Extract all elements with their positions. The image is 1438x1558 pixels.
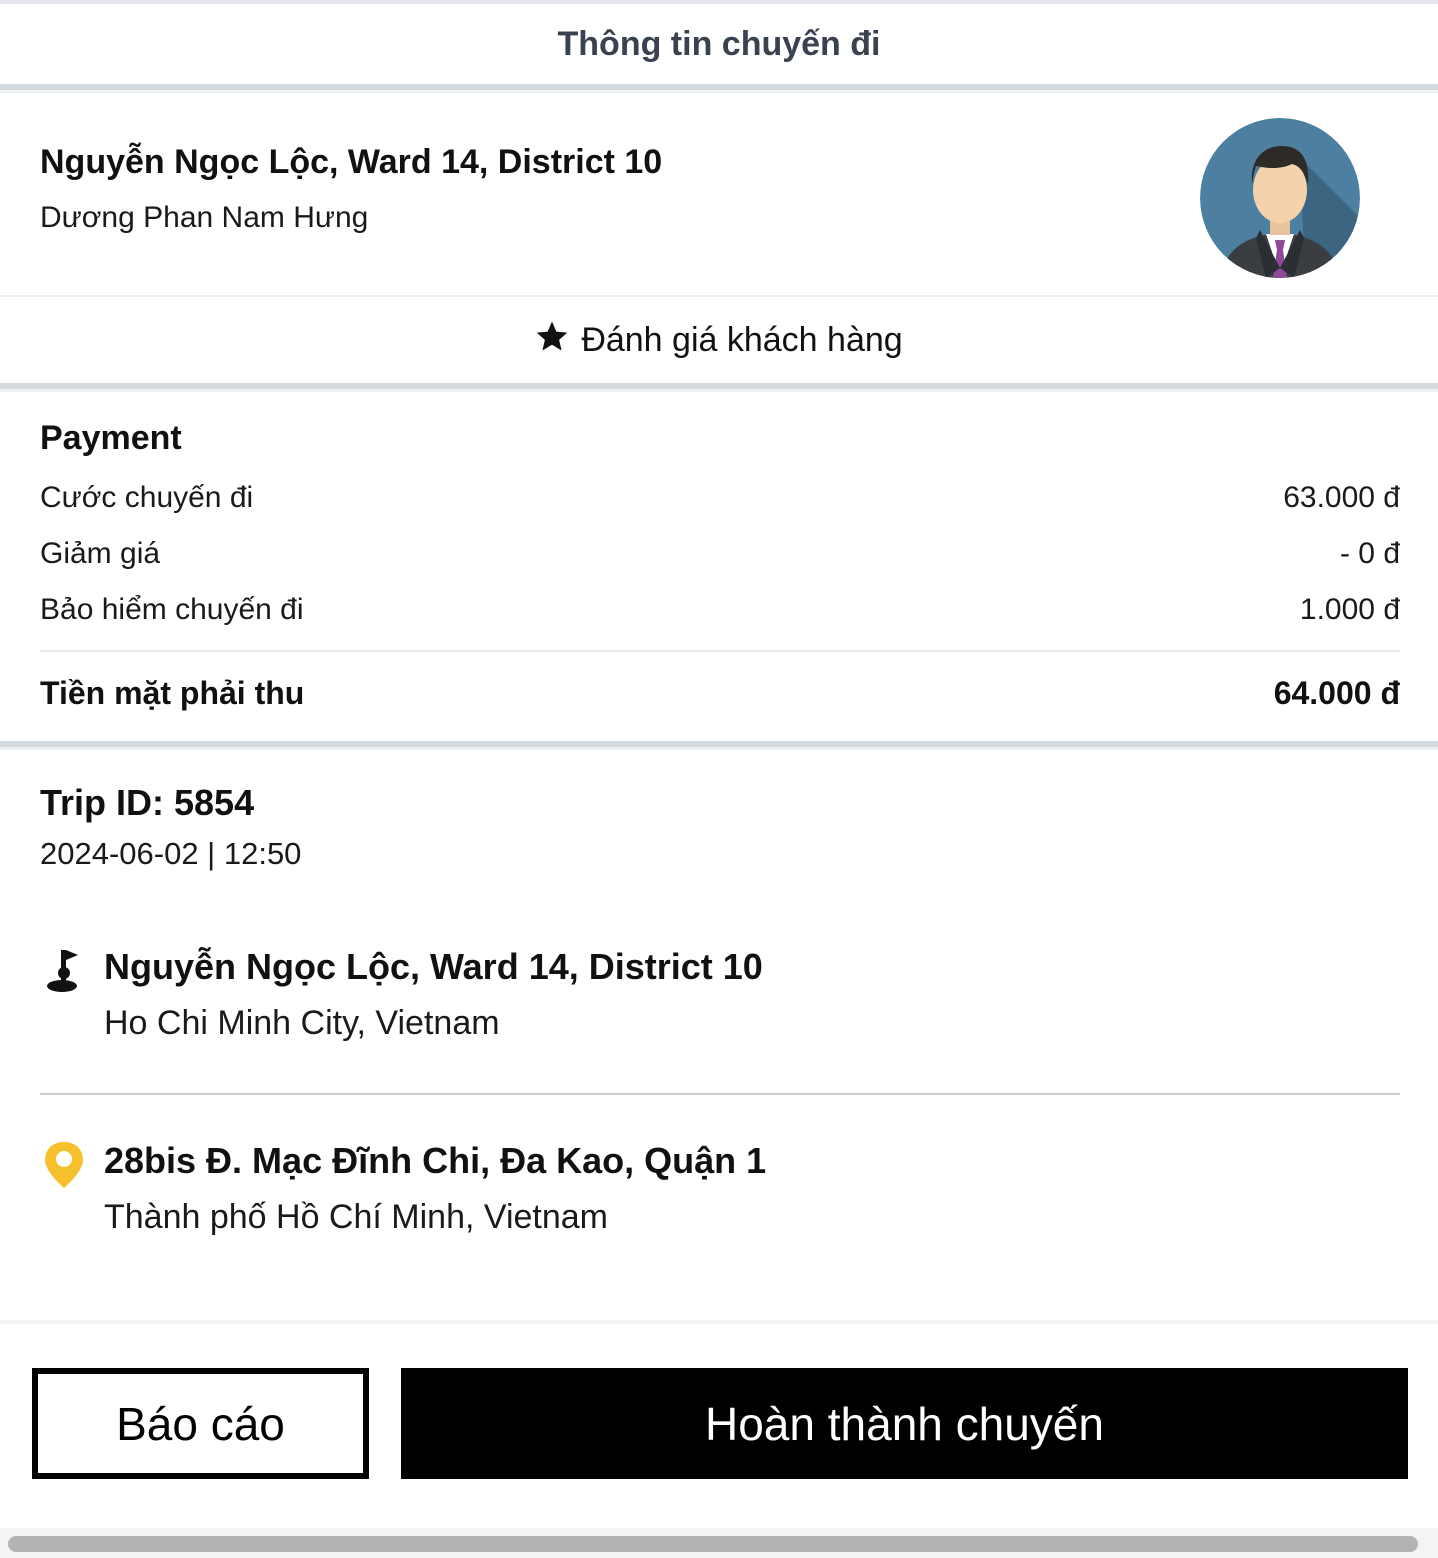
- rate-customer-button[interactable]: Đánh giá khách hàng: [0, 297, 1438, 383]
- dropoff-address: 28bis Đ. Mạc Đĩnh Chi, Đa Kao, Quận 1: [104, 1140, 767, 1181]
- rate-customer-label: Đánh giá khách hàng: [581, 320, 903, 359]
- star-icon: [535, 319, 569, 362]
- payment-title: Payment: [40, 419, 182, 457]
- scrollbar-thumb[interactable]: [8, 1536, 1418, 1552]
- avatar: [1200, 118, 1360, 278]
- fare-value: 63.000 đ: [1283, 481, 1400, 514]
- complete-trip-button[interactable]: Hoàn thành chuyến: [401, 1368, 1408, 1479]
- customer-card: Nguyễn Ngọc Lộc, Ward 14, District 10 Dư…: [0, 93, 1438, 295]
- total-label: Tiền mặt phải thu: [40, 675, 305, 711]
- pickup-city: Ho Chi Minh City, Vietnam: [104, 1004, 500, 1042]
- payment-section: Payment Cước chuyến đi 63.000 đ Giảm giá…: [0, 393, 1438, 741]
- payment-divider-thick: [0, 741, 1438, 750]
- fare-label: Cước chuyến đi: [40, 481, 254, 514]
- total-value: 64.000 đ: [1273, 675, 1400, 711]
- trip-id: Trip ID: 5854: [40, 782, 255, 823]
- customer-address: Nguyễn Ngọc Lộc, Ward 14, District 10: [40, 143, 663, 181]
- discount-label: Giảm giá: [40, 537, 161, 570]
- header-divider: [0, 84, 1438, 93]
- rate-divider: [0, 383, 1438, 392]
- total-row: Tiền mặt phải thu 64.000 đ: [40, 675, 1400, 712]
- horizontal-scrollbar[interactable]: [0, 1528, 1438, 1558]
- insurance-label: Bảo hiểm chuyến đi: [40, 593, 304, 626]
- action-footer: Báo cáo Hoàn thành chuyến: [0, 1320, 1438, 1558]
- customer-name: Dương Phan Nam Hưng: [40, 201, 369, 234]
- dropoff-city: Thành phố Hồ Chí Minh, Vietnam: [104, 1198, 608, 1236]
- page-title: Thông tin chuyến đi: [557, 24, 881, 63]
- trip-datetime: 2024-06-02 | 12:50: [40, 836, 302, 871]
- payment-divider: [40, 650, 1400, 652]
- report-button[interactable]: Báo cáo: [32, 1368, 369, 1479]
- pickup-address: Nguyễn Ngọc Lộc, Ward 14, District 10: [104, 946, 763, 987]
- insurance-row: Bảo hiểm chuyến đi 1.000 đ: [40, 593, 1400, 627]
- fare-row: Cước chuyến đi 63.000 đ: [40, 481, 1400, 515]
- insurance-value: 1.000 đ: [1299, 593, 1400, 626]
- flag-icon: [40, 946, 88, 996]
- trip-section: Trip ID: 5854 2024-06-02 | 12:50 Nguyễn …: [0, 750, 1438, 1320]
- location-pin-icon: [40, 1140, 88, 1190]
- discount-row: Giảm giá - 0 đ: [40, 537, 1400, 571]
- discount-value: - 0 đ: [1339, 537, 1400, 570]
- location-divider: [40, 1093, 1400, 1095]
